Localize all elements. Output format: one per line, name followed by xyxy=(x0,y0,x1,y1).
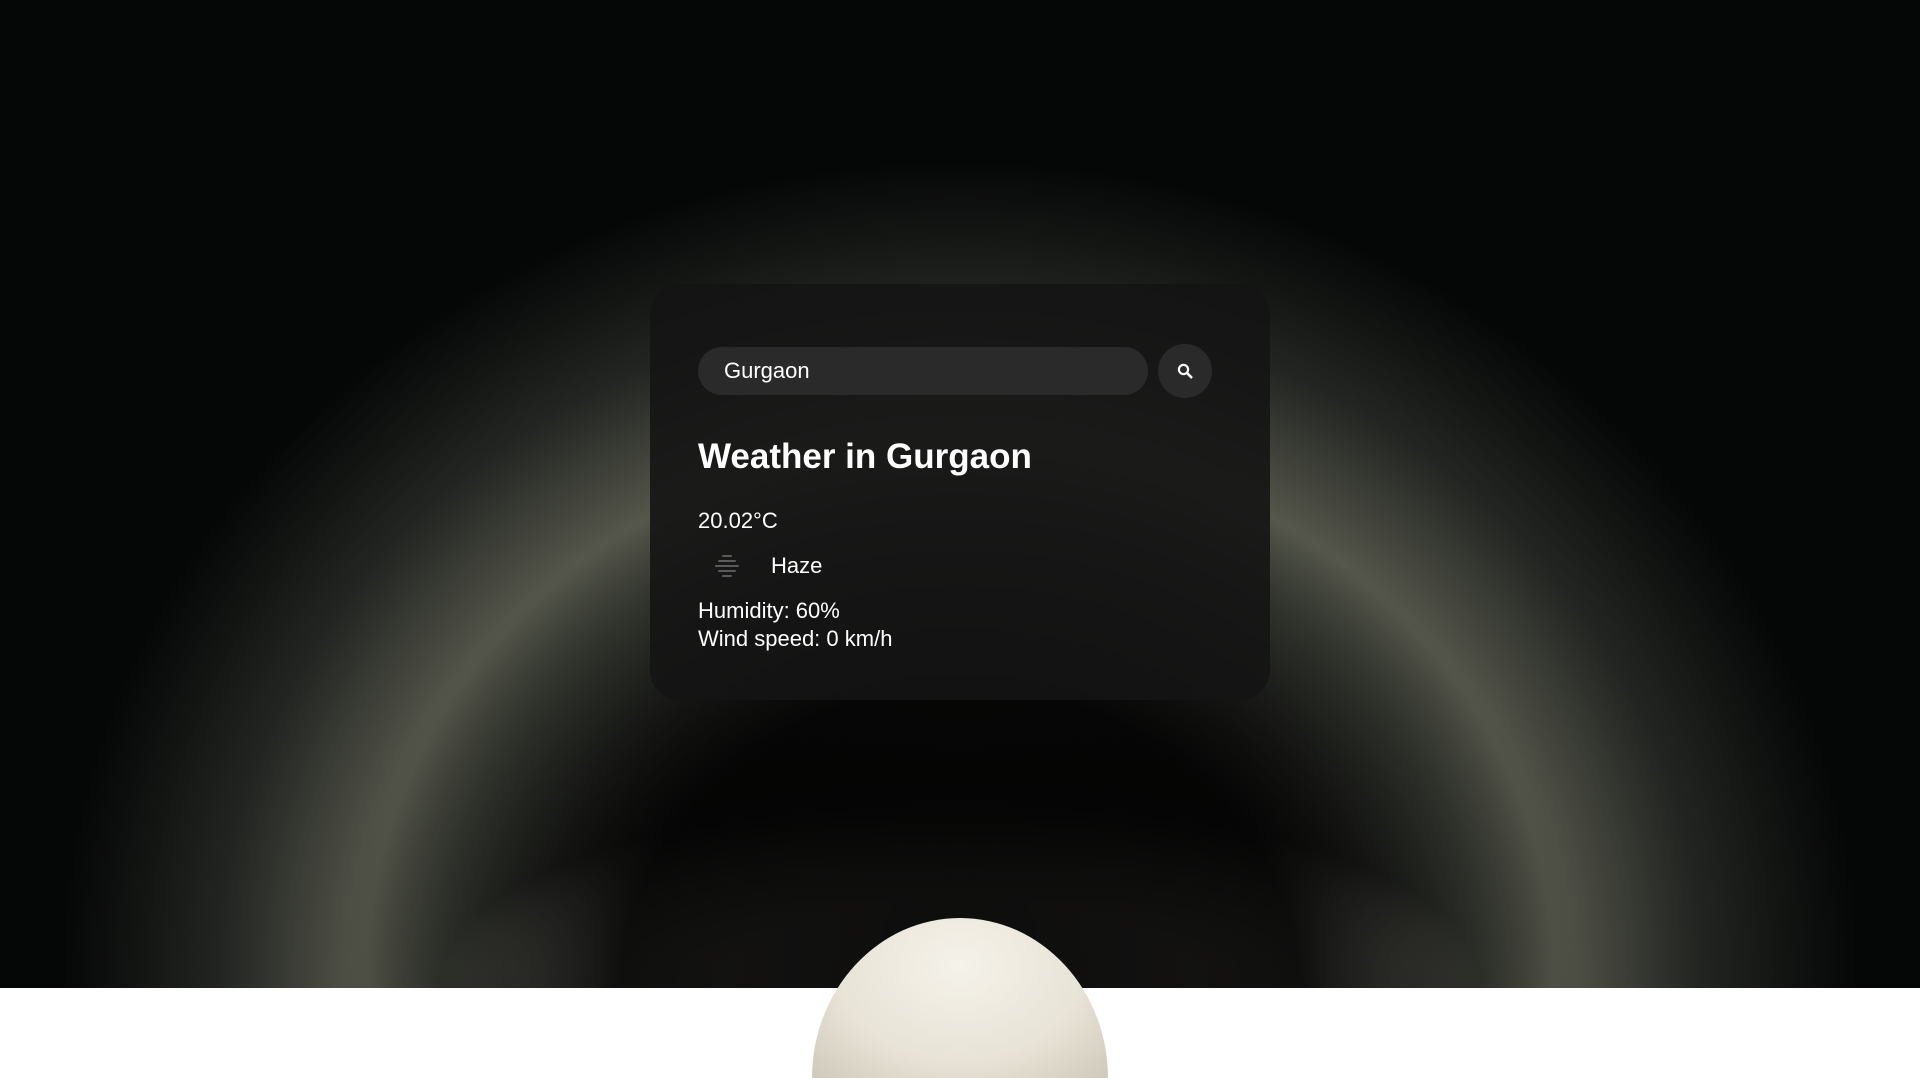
search-bar xyxy=(698,344,1222,398)
haze-icon xyxy=(702,552,752,580)
search-button[interactable] xyxy=(1158,344,1212,398)
weather-description-row: Haze xyxy=(698,552,1222,580)
weather-description: Haze xyxy=(771,553,823,578)
weather-title: Weather in Gurgaon xyxy=(698,437,1032,476)
temperature: 20.02°C xyxy=(698,508,778,533)
search-icon xyxy=(1177,363,1193,379)
humidity: Humidity: 60% xyxy=(698,598,840,623)
search-input[interactable] xyxy=(698,347,1148,395)
weather-card: Weather in Gurgaon 20.02°C Haze Humidity… xyxy=(650,284,1270,700)
wind-speed: Wind speed: 0 km/h xyxy=(698,626,893,651)
